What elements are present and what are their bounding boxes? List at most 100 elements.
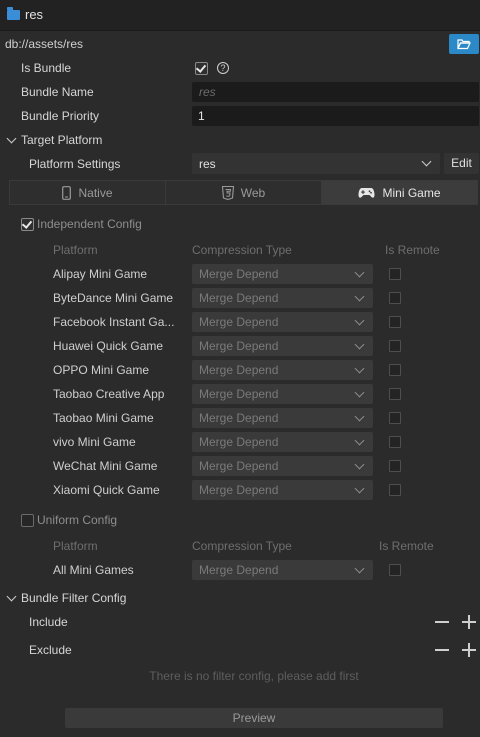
add-include-button[interactable] — [462, 615, 476, 629]
compression-type-select[interactable]: Merge Depend — [192, 312, 373, 332]
remove-include-button[interactable] — [435, 615, 449, 629]
compression-type-value: Merge Depend — [199, 315, 279, 329]
compression-type-value: Merge Depend — [199, 411, 279, 425]
compression-type-select[interactable]: Merge Depend — [192, 336, 373, 356]
chevron-down-icon[interactable] — [6, 133, 17, 144]
bundle-priority-value: 1 — [198, 109, 205, 123]
exclude-label: Exclude — [29, 643, 72, 657]
tab-web[interactable]: Web — [166, 181, 322, 204]
chevron-down-icon — [354, 435, 365, 446]
bundle-priority-label: Bundle Priority — [21, 109, 100, 123]
bundle-name-input[interactable]: res — [192, 82, 479, 102]
compression-type-value: Merge Depend — [199, 459, 279, 473]
uniform-header-remote: Is Remote — [379, 539, 434, 553]
chevron-down-icon — [354, 563, 365, 574]
chevron-down-icon[interactable] — [6, 591, 17, 602]
chevron-down-icon — [354, 483, 365, 494]
platform-row-label: OPPO Mini Game — [53, 363, 150, 377]
is-remote-checkbox[interactable] — [389, 292, 401, 304]
chevron-down-icon — [354, 387, 365, 398]
compression-type-value: Merge Depend — [199, 267, 279, 281]
open-folder-button[interactable] — [449, 34, 479, 54]
platform-row-label: Facebook Instant Ga... — [53, 315, 175, 329]
chevron-down-icon — [354, 267, 365, 278]
bundle-name-label: Bundle Name — [21, 85, 94, 99]
tab-mini-game-label: Mini Game — [382, 185, 441, 200]
compression-type-value: Merge Depend — [199, 387, 279, 401]
asset-path: db://assets/res — [5, 37, 84, 51]
is-bundle-label: Is Bundle — [21, 61, 72, 75]
platform-row-label: Taobao Creative App — [53, 387, 165, 401]
compression-type-select[interactable]: Merge Depend — [192, 456, 373, 476]
platform-row-label: WeChat Mini Game — [53, 459, 158, 473]
compression-type-value: Merge Depend — [199, 291, 279, 305]
is-remote-checkbox[interactable] — [389, 340, 401, 352]
compression-type-select[interactable]: Merge Depend — [192, 360, 373, 380]
platform-settings-select[interactable]: res — [192, 153, 440, 174]
compression-type-select[interactable]: Merge Depend — [192, 384, 373, 404]
is-remote-checkbox[interactable] — [389, 388, 401, 400]
compression-type-value: Merge Depend — [199, 339, 279, 353]
platform-settings-label: Platform Settings — [29, 157, 121, 171]
platform-row-label: ByteDance Mini Game — [53, 291, 174, 305]
platform-row-label: Taobao Mini Game — [53, 411, 154, 425]
independent-config-checkbox[interactable] — [21, 218, 34, 231]
uniform-row-platform: All Mini Games — [53, 563, 134, 577]
uniform-header-platform: Platform — [53, 539, 98, 553]
remove-exclude-button[interactable] — [435, 643, 449, 657]
chevron-down-icon — [354, 459, 365, 470]
is-remote-checkbox[interactable] — [389, 316, 401, 328]
is-remote-checkbox[interactable] — [389, 484, 401, 496]
uniform-config-label: Uniform Config — [37, 513, 118, 527]
chevron-down-icon — [354, 411, 365, 422]
is-remote-checkbox[interactable] — [389, 412, 401, 424]
platform-row-label: Xiaomi Quick Game — [53, 483, 160, 497]
compression-type-value: Merge Depend — [199, 435, 279, 449]
chevron-down-icon — [354, 339, 365, 350]
column-header-remote: Is Remote — [385, 243, 440, 257]
compression-type-select[interactable]: Merge Depend — [192, 288, 373, 308]
compression-type-select[interactable]: Merge Depend — [192, 480, 373, 500]
tab-mini-game[interactable]: Mini Game — [322, 181, 477, 204]
bundle-priority-input[interactable]: 1 — [192, 106, 479, 126]
platform-row-label: vivo Mini Game — [53, 435, 136, 449]
compression-type-value: Merge Depend — [199, 363, 279, 377]
phone-icon — [62, 185, 72, 200]
tab-native-label: Native — [78, 185, 113, 200]
bundle-filter-header[interactable]: Bundle Filter Config — [21, 591, 126, 605]
chevron-down-icon — [354, 363, 365, 374]
uniform-remote-checkbox[interactable] — [389, 564, 401, 576]
chevron-down-icon — [421, 156, 432, 167]
preview-button[interactable]: Preview — [65, 708, 443, 728]
title-bar — [0, 0, 480, 31]
is-remote-checkbox[interactable] — [389, 268, 401, 280]
is-remote-checkbox[interactable] — [389, 364, 401, 376]
chevron-down-icon — [354, 291, 365, 302]
bundle-name-placeholder: res — [199, 85, 216, 99]
folder-icon — [7, 7, 20, 20]
open-folder-icon — [457, 39, 471, 50]
column-header-platform: Platform — [53, 243, 98, 257]
compression-type-select[interactable]: Merge Depend — [192, 408, 373, 428]
platform-row-label: Alipay Mini Game — [53, 267, 148, 281]
window-title: res — [25, 7, 44, 22]
help-icon[interactable]: ? — [217, 62, 229, 74]
platform-settings-value: res — [199, 157, 216, 171]
is-remote-checkbox[interactable] — [389, 460, 401, 472]
compression-type-select[interactable]: Merge Depend — [192, 264, 373, 284]
target-platform-header[interactable]: Target Platform — [21, 133, 102, 147]
minus-icon — [435, 649, 449, 651]
uniform-compression-select[interactable]: Merge Depend — [192, 560, 373, 580]
is-remote-checkbox[interactable] — [389, 436, 401, 448]
edit-button[interactable]: Edit — [444, 153, 479, 174]
uniform-config-checkbox[interactable] — [21, 514, 34, 527]
is-bundle-checkbox[interactable] — [195, 62, 208, 75]
independent-config-label: Independent Config — [37, 217, 142, 231]
add-exclude-button[interactable] — [462, 643, 476, 657]
uniform-compression-value: Merge Depend — [199, 563, 279, 577]
filter-empty-message: There is no filter config, please add fi… — [149, 669, 359, 683]
compression-type-select[interactable]: Merge Depend — [192, 432, 373, 452]
tab-native[interactable]: Native — [10, 181, 166, 204]
html5-icon — [221, 185, 234, 200]
platform-tabs: Native Web Mini Game — [9, 180, 478, 205]
